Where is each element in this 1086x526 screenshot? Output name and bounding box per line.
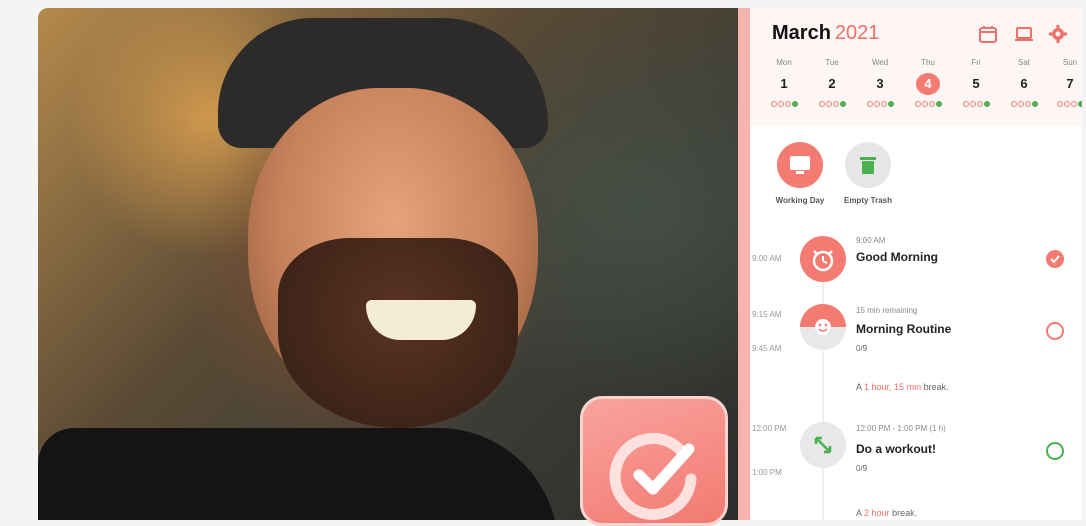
- day-name: Sun: [1062, 58, 1078, 67]
- task-checkbox[interactable]: [1046, 322, 1064, 340]
- accent-bar: [738, 8, 750, 520]
- month-label: March: [772, 22, 831, 44]
- day-number: 2: [828, 76, 836, 91]
- calendar-header: March 2021 Mon 1 Tue 2 Wed 3 Thu 4 Fri 5…: [750, 8, 1082, 126]
- task-end-time: 1:00 PM: [752, 468, 782, 477]
- day-number: 1: [780, 76, 788, 91]
- day-number: 6: [1020, 76, 1028, 91]
- day-number: 7: [1066, 76, 1074, 91]
- task-title[interactable]: Do a workout!: [856, 442, 936, 456]
- calendar-icon[interactable]: [978, 24, 998, 44]
- task-subtask-count: 0/9: [856, 464, 868, 473]
- day-progress-dots: [860, 101, 900, 107]
- gear-icon[interactable]: [1048, 24, 1068, 44]
- task-subtitle: 15 min remaining: [856, 306, 918, 315]
- day-number: 5: [972, 76, 980, 91]
- planner-panel: March 2021 Mon 1 Tue 2 Wed 3 Thu 4 Fri 5…: [738, 8, 1082, 520]
- year-label: 2021: [834, 22, 880, 44]
- day-progress-dots: [1004, 101, 1044, 107]
- smile-icon: [800, 304, 846, 350]
- trash-icon: [845, 142, 891, 188]
- app-logo-icon: [580, 396, 728, 526]
- quick-action-label: Empty Trash: [843, 196, 892, 205]
- task-subtask-count: 0/9: [856, 344, 868, 353]
- task-title[interactable]: Morning Routine: [856, 322, 951, 336]
- day-name: Tue: [825, 58, 839, 67]
- laptop-icon[interactable]: [1014, 24, 1034, 44]
- expand-arrows-icon: [800, 422, 846, 468]
- day-number-selected: 4: [916, 73, 940, 95]
- month-title: March 2021: [772, 22, 879, 45]
- day-name: Wed: [871, 58, 889, 67]
- break-duration: 2 hour: [864, 508, 890, 518]
- break-note: A 1 hour, 15 min break.: [856, 382, 949, 392]
- task-title[interactable]: Good Morning: [856, 250, 938, 264]
- empty-trash-button[interactable]: Empty Trash: [828, 142, 908, 205]
- alarm-clock-icon: [800, 236, 846, 282]
- day-number: 3: [876, 76, 884, 91]
- day-progress-dots: [764, 101, 804, 107]
- break-suffix: break.: [892, 508, 918, 518]
- day-sun[interactable]: Sun 7: [1050, 58, 1082, 107]
- day-wed[interactable]: Wed 3: [860, 58, 900, 107]
- break-note: A 2 hour break.: [856, 508, 917, 518]
- day-name: Fri: [971, 58, 981, 67]
- task-checkbox[interactable]: [1046, 442, 1064, 460]
- break-duration: 1 hour, 15 min: [864, 382, 922, 392]
- break-prefix: A: [856, 508, 862, 518]
- day-name: Thu: [921, 58, 935, 67]
- task-end-time: 9:45 AM: [752, 344, 782, 353]
- task-start-time: 9:15 AM: [752, 310, 782, 319]
- task-done-checkbox[interactable]: [1046, 250, 1064, 268]
- day-name: Sat: [1017, 58, 1030, 67]
- day-thu[interactable]: Thu 4: [908, 58, 948, 107]
- day-progress-dots: [956, 101, 996, 107]
- day-progress-dots: [908, 101, 948, 107]
- break-suffix: break.: [923, 382, 949, 392]
- shirt-shape: [38, 428, 558, 520]
- day-progress-dots: [1050, 101, 1082, 107]
- task-time: 9:00 AM: [752, 254, 782, 263]
- timeline-line: [822, 254, 824, 520]
- day-progress-dots: [812, 101, 852, 107]
- day-name: Mon: [776, 58, 792, 67]
- day-content: Working Day Empty Trash 9:00 AM 9:00 AM …: [750, 126, 1082, 520]
- monitor-icon: [777, 142, 823, 188]
- task-subtitle: 12:00 PM - 1:00 PM (1 h): [856, 424, 946, 433]
- day-mon[interactable]: Mon 1: [764, 58, 804, 107]
- break-prefix: A: [856, 382, 862, 392]
- day-fri[interactable]: Fri 5: [956, 58, 996, 107]
- task-start-time: 12:00 PM: [752, 424, 787, 433]
- day-sat[interactable]: Sat 6: [1004, 58, 1044, 107]
- task-subtitle: 9:00 AM: [856, 236, 886, 245]
- smile-shape: [366, 300, 476, 340]
- day-tue[interactable]: Tue 2: [812, 58, 852, 107]
